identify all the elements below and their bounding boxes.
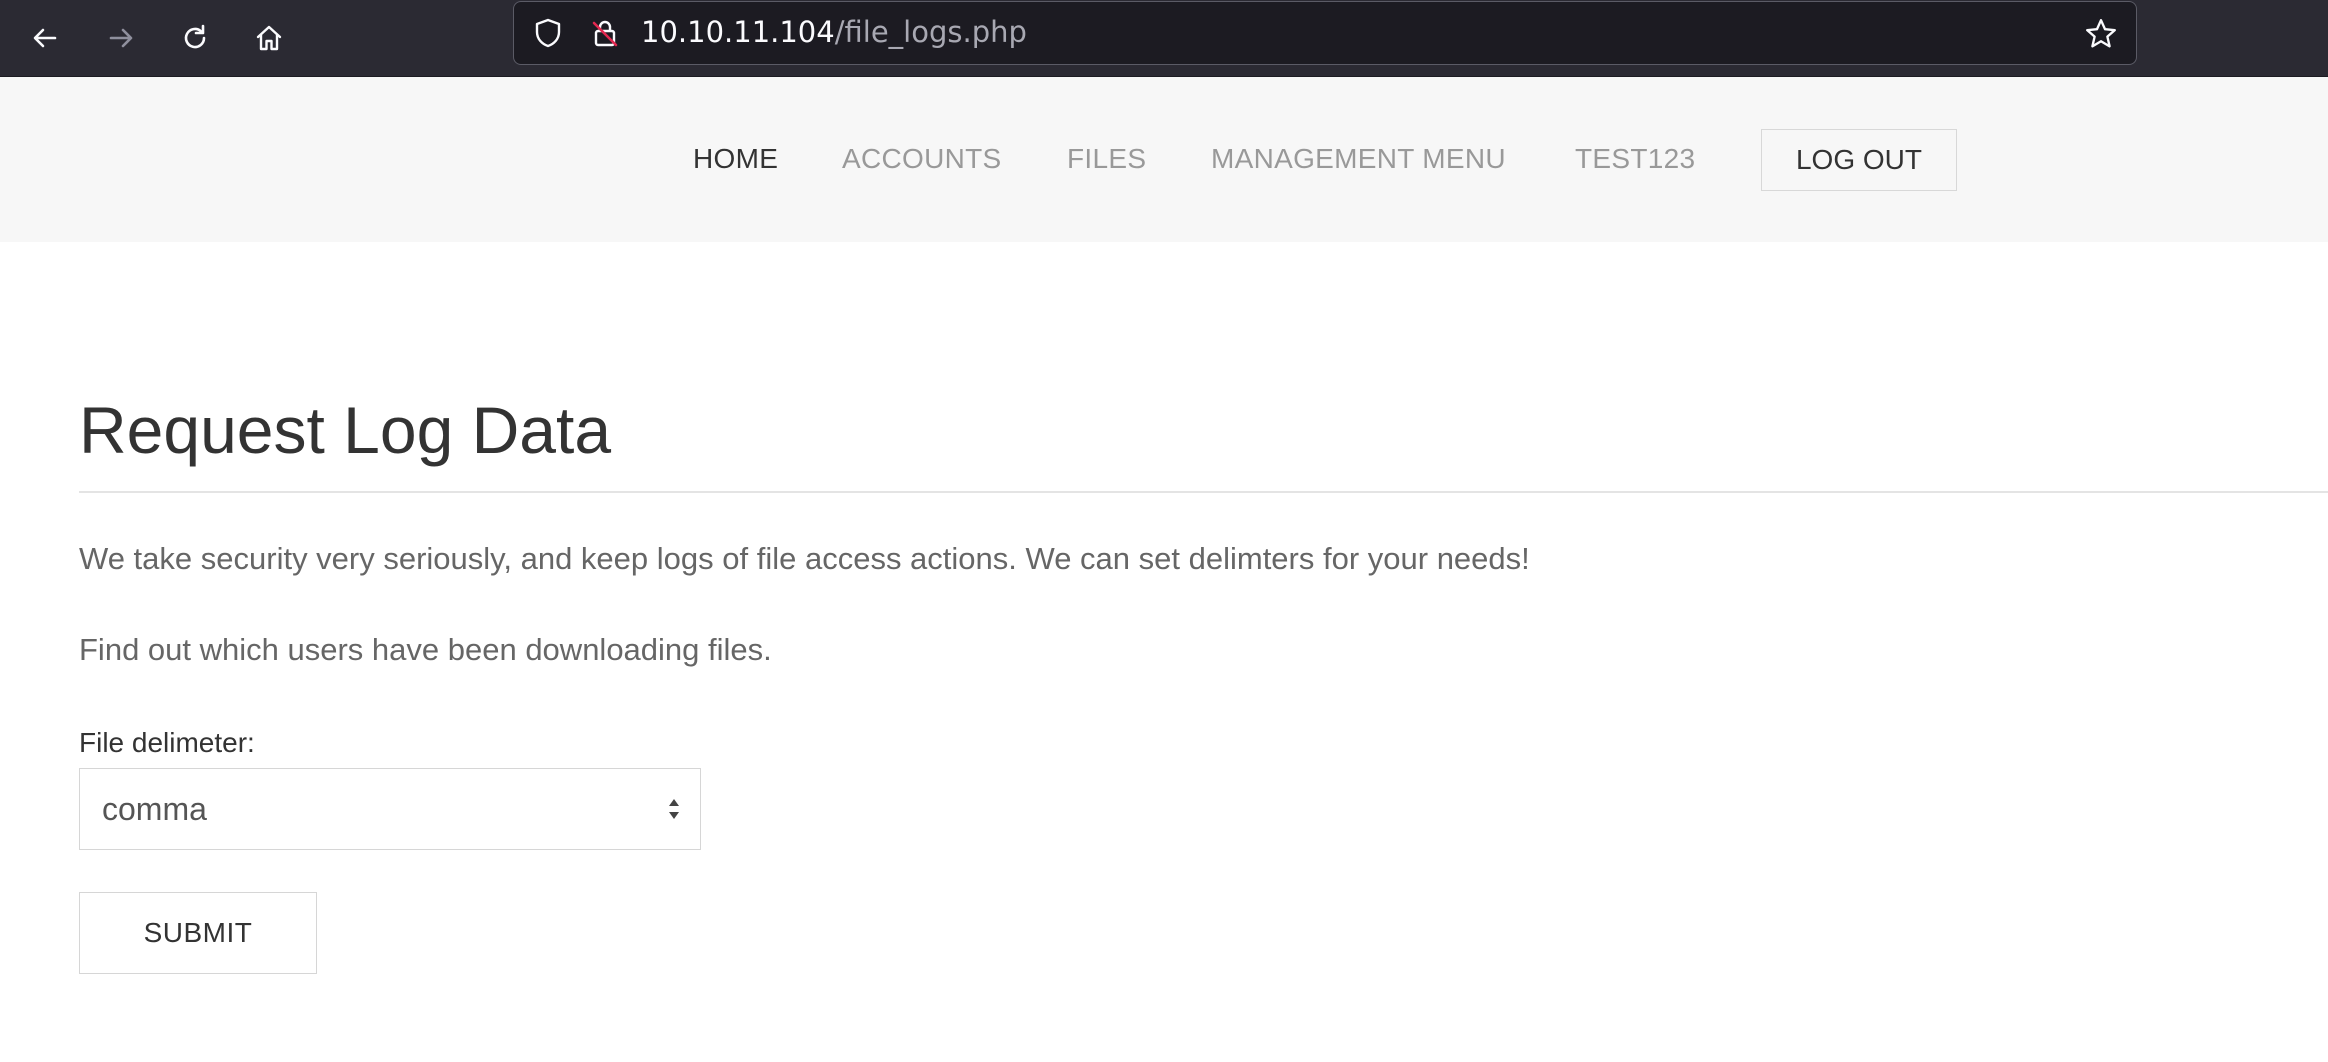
back-arrow-icon — [33, 28, 57, 48]
nav-home[interactable]: HOME — [693, 143, 778, 175]
delimiter-label: File delimeter: — [79, 727, 255, 758]
info-paragraph: Find out which users have been downloadi… — [79, 632, 772, 667]
home-icon — [256, 25, 282, 51]
intro-paragraph: We take security very seriously, and kee… — [79, 541, 1530, 576]
title-divider — [79, 491, 2328, 493]
reload-button[interactable] — [171, 14, 219, 62]
url-host: 10.10.11.104 — [641, 15, 835, 49]
home-button[interactable] — [245, 14, 293, 62]
select-arrows-icon — [669, 799, 679, 819]
nav-accounts[interactable]: ACCOUNTS — [842, 143, 1002, 175]
nav-management-menu[interactable]: MANAGEMENT MENU — [1211, 143, 1506, 175]
star-icon[interactable] — [2084, 17, 2118, 51]
shield-icon[interactable] — [532, 17, 564, 49]
delimiter-select-value: comma — [102, 791, 207, 827]
forward-button[interactable] — [97, 14, 145, 62]
delimiter-select[interactable]: comma — [79, 768, 701, 850]
submit-button[interactable]: SUBMIT — [79, 892, 317, 974]
site-header: HOME ACCOUNTS FILES MANAGEMENT MENU TEST… — [0, 77, 2328, 242]
logout-button[interactable]: LOG OUT — [1761, 129, 1957, 191]
insecure-lock-icon[interactable] — [589, 17, 621, 49]
nav-test123[interactable]: TEST123 — [1575, 143, 1695, 175]
back-button[interactable] — [21, 14, 69, 62]
url-path: /file_logs.php — [834, 15, 1027, 49]
nav-files[interactable]: FILES — [1067, 143, 1146, 175]
browser-toolbar: 10.10.11.104/file_logs.php — [0, 0, 2328, 77]
url-text[interactable]: 10.10.11.104/file_logs.php — [641, 15, 1027, 49]
reload-icon — [184, 24, 206, 49]
address-bar[interactable]: 10.10.11.104/file_logs.php — [513, 1, 2137, 65]
forward-arrow-icon — [109, 28, 133, 48]
page-title: Request Log Data — [79, 393, 612, 467]
